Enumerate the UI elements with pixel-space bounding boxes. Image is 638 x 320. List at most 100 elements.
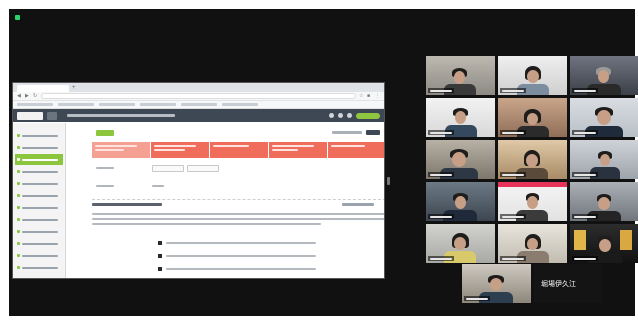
sidebar-item[interactable] xyxy=(15,214,63,225)
sidebar-item-label xyxy=(22,254,58,257)
tool-icon[interactable] xyxy=(329,113,334,118)
participant-name xyxy=(500,130,526,135)
sidebar-item[interactable] xyxy=(15,166,63,177)
bookmark-item[interactable] xyxy=(58,103,94,106)
process-step[interactable] xyxy=(269,142,327,158)
toolbar-label xyxy=(332,131,362,134)
sidebar-item[interactable] xyxy=(15,142,63,153)
field-value xyxy=(152,185,164,187)
sidebar-item[interactable] xyxy=(15,238,63,249)
participant-tile-active-speaker[interactable] xyxy=(426,98,495,137)
sidebar-item-icon xyxy=(17,134,20,137)
sidebar-item-icon xyxy=(17,206,20,209)
browser-address-bar: ◀ ▶ ↻ ☆ ■ ⋮ xyxy=(13,92,384,101)
help-icon[interactable] xyxy=(347,113,352,118)
star-icon[interactable]: ☆ xyxy=(359,93,364,99)
back-icon[interactable]: ◀ xyxy=(17,93,22,99)
process-step[interactable] xyxy=(92,142,150,158)
participant-name xyxy=(500,256,526,261)
header-actions xyxy=(329,112,380,119)
participant-name xyxy=(500,214,526,219)
browser-tab[interactable] xyxy=(17,85,69,92)
reload-icon[interactable]: ↻ xyxy=(33,93,38,99)
participant-tile[interactable] xyxy=(570,98,638,137)
process-step[interactable] xyxy=(210,142,268,158)
participant-tile[interactable] xyxy=(462,264,531,303)
participant-name xyxy=(428,214,454,219)
participant-tile[interactable] xyxy=(498,98,567,137)
field-label xyxy=(96,185,114,187)
participant-name xyxy=(428,256,454,261)
sidebar-item[interactable] xyxy=(15,178,63,189)
new-tab-icon[interactable]: + xyxy=(72,85,79,92)
participant-tile[interactable] xyxy=(426,182,495,221)
bookmark-item[interactable] xyxy=(181,103,217,106)
participant-tile[interactable] xyxy=(498,56,567,95)
sidebar-item-icon xyxy=(17,266,20,269)
sidebar-item[interactable] xyxy=(15,202,63,213)
hamburger-menu-icon[interactable] xyxy=(47,111,57,120)
app-logo[interactable] xyxy=(17,111,43,120)
menu-icon[interactable]: ⋮ xyxy=(375,93,380,99)
participant-tile[interactable] xyxy=(498,140,567,179)
participant-name xyxy=(428,172,454,177)
breadcrumb xyxy=(67,114,175,117)
participant-name xyxy=(500,88,526,93)
participant-tile[interactable] xyxy=(570,140,638,179)
participant-tile[interactable] xyxy=(570,56,638,95)
page-title-badge xyxy=(96,130,114,136)
toolbar-button[interactable] xyxy=(366,130,380,135)
app-header xyxy=(13,109,384,122)
participant-name xyxy=(572,256,598,261)
participant-name xyxy=(428,130,454,135)
participant-tile[interactable] xyxy=(570,224,638,263)
sidebar-item-icon xyxy=(17,218,20,221)
bullet-icon xyxy=(158,254,162,258)
participant-tile-camera-off[interactable]: 堀場伊久江 xyxy=(534,264,603,303)
description-paragraph xyxy=(92,213,384,228)
participant-tile[interactable] xyxy=(426,140,495,179)
bookmark-item[interactable] xyxy=(140,103,176,106)
sidebar-item[interactable] xyxy=(15,262,63,273)
participant-name xyxy=(572,130,598,135)
participant-name xyxy=(572,172,598,177)
section-heading xyxy=(92,203,162,206)
browser-tab-bar: + xyxy=(13,83,384,92)
participant-tile[interactable] xyxy=(498,224,567,263)
sidebar-item-label xyxy=(22,182,58,185)
url-field[interactable] xyxy=(41,93,356,99)
sidebar-item[interactable] xyxy=(15,190,63,201)
settings-icon[interactable] xyxy=(338,113,343,118)
process-step[interactable] xyxy=(328,142,384,158)
sidebar-item-icon xyxy=(17,230,20,233)
extensions-icon[interactable]: ■ xyxy=(367,93,372,99)
participant-tile[interactable] xyxy=(570,182,638,221)
sidebar-item[interactable] xyxy=(15,226,63,237)
sidebar-item-label xyxy=(22,146,58,149)
participant-tile[interactable] xyxy=(426,56,495,95)
sidebar-item[interactable] xyxy=(15,250,63,261)
participant-tile[interactable] xyxy=(498,182,567,221)
forward-icon[interactable]: ▶ xyxy=(25,93,30,99)
sidebar-item-label xyxy=(22,218,58,221)
process-step[interactable] xyxy=(151,142,209,158)
sidebar xyxy=(13,123,66,278)
participant-tile[interactable] xyxy=(426,224,495,263)
sidebar-item-label xyxy=(22,206,58,209)
bookmark-item[interactable] xyxy=(17,103,53,106)
bookmark-item[interactable] xyxy=(222,103,258,106)
user-menu-button[interactable] xyxy=(356,112,380,119)
sidebar-item[interactable] xyxy=(15,130,63,141)
sidebar-item-label xyxy=(22,242,58,245)
sidebar-item-active[interactable] xyxy=(15,154,63,165)
form-field[interactable] xyxy=(152,165,184,172)
panel-resize-handle[interactable] xyxy=(387,177,390,185)
app-workspace xyxy=(13,123,384,278)
shared-screen[interactable]: + ◀ ▶ ↻ ☆ ■ ⋮ xyxy=(12,82,385,279)
bookmark-item[interactable] xyxy=(99,103,135,106)
sidebar-item-label xyxy=(22,158,58,161)
participant-name xyxy=(572,88,598,93)
sidebar-item-label xyxy=(22,134,58,137)
form-field[interactable] xyxy=(187,165,219,172)
bookmarks-bar xyxy=(13,101,384,109)
